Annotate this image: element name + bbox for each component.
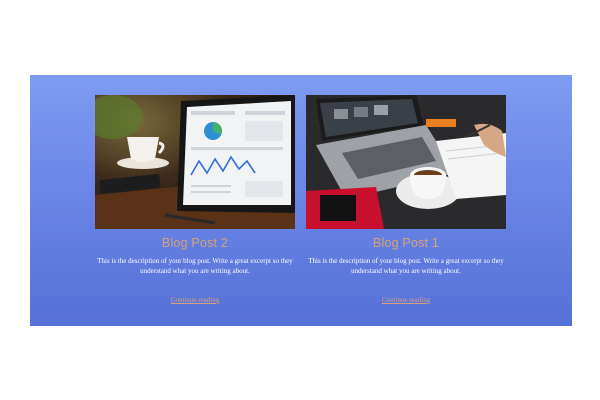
continue-reading-link[interactable]: Continue reading	[171, 296, 219, 304]
continue-reading-link[interactable]: Continue reading	[382, 296, 430, 304]
post-description: This is the description of your blog pos…	[97, 257, 293, 275]
blog-card: Blog Post 2 This is the description of y…	[95, 95, 295, 307]
post-description: This is the description of your blog pos…	[308, 257, 504, 275]
blog-post-image[interactable]	[95, 95, 295, 229]
blog-card: Blog Post 1 This is the description of y…	[306, 95, 506, 307]
post-title[interactable]: Blog Post 2	[95, 235, 295, 251]
post-title[interactable]: Blog Post 1	[306, 235, 506, 251]
blog-post-image[interactable]	[306, 95, 506, 229]
blog-section: Blog Post 2 This is the description of y…	[30, 75, 572, 326]
